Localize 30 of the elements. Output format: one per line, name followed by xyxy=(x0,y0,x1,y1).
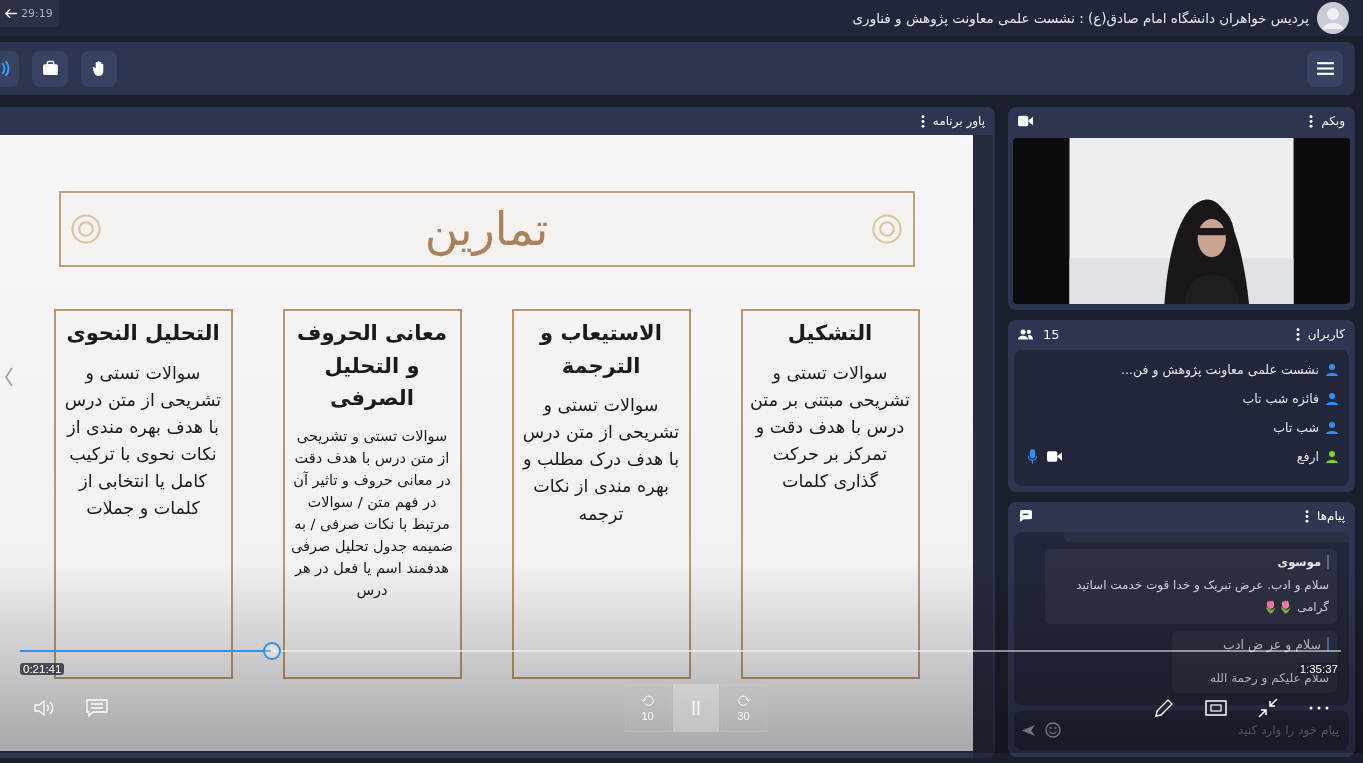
card-text: سوالات تستی و تشریحی از متن درس با هدف بهره مندی از نکات نحوی با ترکیب کامل یا انتخابی از کلمات و جملات xyxy=(63,361,223,521)
card-heading: معانی الحروف و التحلیل الصرفی xyxy=(296,320,448,413)
panel-title: پیام‌ها xyxy=(1316,509,1345,523)
card-text: سوالات تستی و تشریحی مبتنی بر متن درس با هدف دقت و تمرکز بر حرکت گذاری کلمات xyxy=(749,361,911,494)
slide-title: تمارين xyxy=(424,202,549,256)
panel-title: کاربران xyxy=(1307,327,1345,341)
forward-seconds: 30 xyxy=(737,710,750,722)
panel-title: پاور برنامه xyxy=(932,114,985,128)
card-text: سوالات تستی و تشریحی از متن درس با هدف دقت در معانی حروف و تاثیر آن در فهم متن / سوالات مرتبط با نکات صرفی / به ضمیمه جدول تحلیل صرفی هدفمند اسم یا فعل در هر درس xyxy=(290,426,454,601)
card-heading: التحلیل النحوی xyxy=(66,320,220,347)
total-time: 1:35:37 xyxy=(1296,663,1341,675)
user-row[interactable]: شب تاب xyxy=(1014,413,1349,442)
message-sender: موسوی xyxy=(1055,555,1329,569)
user-row[interactable]: فائزه شب تاب xyxy=(1014,384,1349,413)
elapsed-time: 0:21:41 xyxy=(20,663,65,675)
user-name[interactable]: ارفع xyxy=(1296,449,1319,464)
message-text: سلام و ادب. عرض تبریک و خدا قوت خدمت اساتید گرامی 🌷🌷 xyxy=(1075,577,1329,616)
card-heading: الاستیعاب و الترجمة xyxy=(538,320,663,380)
message-sender: سلام و عر ض ادب xyxy=(1182,637,1329,653)
card-text: سوالات تستی و تشریحی از متن درس با هدف درک مطلب و بهره مندی از نکات ترجمه xyxy=(521,394,681,526)
user-row[interactable]: نشست علمی معاونت پژوهش و فن... xyxy=(1014,355,1349,384)
user-count: 15 xyxy=(1043,326,1060,342)
meeting-title: پردیس خواهران دانشگاه امام صادق(ع) : نشست علمی معاونت پژوهش و فناوری xyxy=(852,10,1309,26)
user-name[interactable]: نشست علمی معاونت پژوهش و فن... xyxy=(1121,362,1319,377)
panel-title: وبکم xyxy=(1321,114,1345,128)
timer-text: 29:19 xyxy=(21,7,53,20)
card-heading: التشکیل xyxy=(787,320,873,347)
user-name[interactable]: فائزه شب تاب xyxy=(1242,391,1319,406)
user-name[interactable]: شب تاب xyxy=(1273,420,1319,435)
rewind-seconds: 10 xyxy=(641,710,654,722)
